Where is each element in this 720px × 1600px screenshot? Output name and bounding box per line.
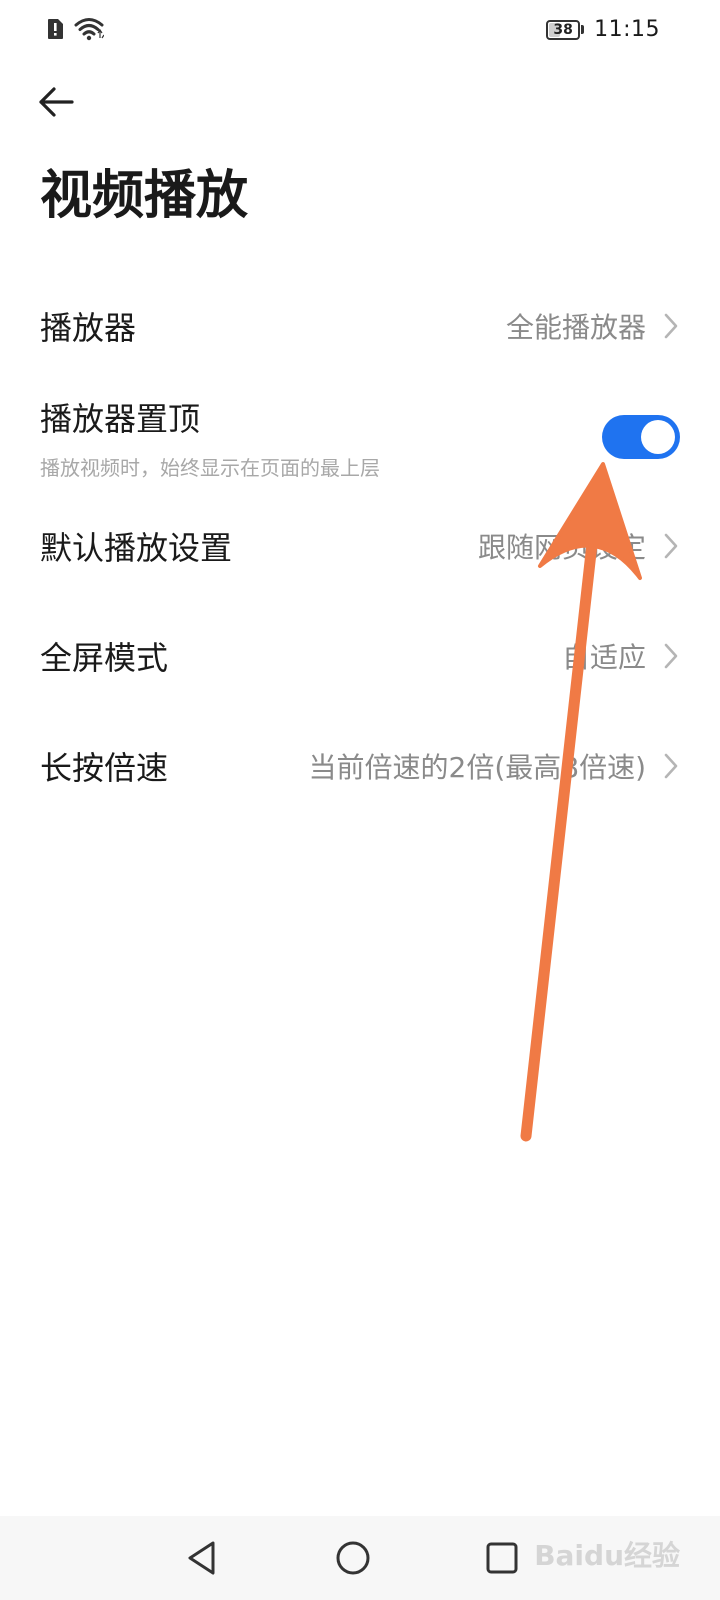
alert-sim-icon bbox=[46, 18, 64, 44]
nav-recents-button[interactable] bbox=[478, 1534, 526, 1582]
nav-back-icon bbox=[188, 1541, 215, 1575]
setting-value: 跟随网页设定 bbox=[477, 531, 646, 564]
chevron-right-icon bbox=[664, 752, 680, 780]
status-bar: 38 11:15 bbox=[0, 0, 720, 62]
setting-textblock: 播放器置顶 播放视频时，始终显示在页面的最上层 bbox=[40, 394, 380, 481]
status-left bbox=[46, 17, 105, 45]
page-title: 视频播放 bbox=[40, 166, 249, 226]
back-button[interactable] bbox=[32, 78, 80, 126]
setting-value: 自适应 bbox=[561, 641, 646, 674]
setting-label: 播放器置顶 bbox=[40, 399, 201, 438]
setting-label: 全屏模式 bbox=[40, 639, 169, 677]
annotation-arrow-icon bbox=[520, 462, 642, 1142]
nav-recents-icon bbox=[486, 1542, 518, 1574]
setting-label: 长按倍速 bbox=[40, 749, 169, 787]
battery-cap bbox=[581, 25, 585, 34]
back-arrow-icon bbox=[39, 87, 74, 117]
chevron-right-icon bbox=[664, 312, 680, 340]
setting-row-player[interactable]: 播放器 全能播放器 bbox=[40, 300, 680, 352]
watermark: Baidu经验 bbox=[534, 1539, 680, 1572]
setting-right: 自适应 bbox=[562, 636, 680, 676]
setting-label: 播放器 bbox=[40, 309, 137, 347]
setting-subtitle: 播放视频时，始终显示在页面的最上层 bbox=[40, 455, 380, 480]
nav-back-button[interactable] bbox=[178, 1534, 226, 1582]
nav-home-icon bbox=[336, 1541, 370, 1575]
chevron-right-icon bbox=[664, 642, 680, 670]
setting-row-long-press-speed[interactable]: 长按倍速 当前倍速的2倍(最高8倍速) bbox=[40, 740, 680, 792]
setting-label: 默认播放设置 bbox=[40, 529, 233, 567]
chevron-right-icon bbox=[664, 532, 680, 560]
status-time: 11:15 bbox=[594, 17, 660, 42]
toggle-knob bbox=[641, 420, 675, 454]
setting-value: 当前倍速的2倍(最高8倍速) bbox=[308, 751, 646, 784]
setting-right: 跟随网页设定 bbox=[478, 526, 680, 566]
status-right: 38 11:15 bbox=[546, 17, 660, 42]
battery-indicator: 38 bbox=[546, 19, 585, 40]
setting-right: 当前倍速的2倍(最高8倍速) bbox=[309, 746, 680, 786]
player-on-top-toggle[interactable] bbox=[602, 415, 680, 459]
nav-home-button[interactable] bbox=[329, 1534, 377, 1582]
system-nav-bar: Baidu经验 bbox=[0, 1516, 720, 1600]
wifi-icon bbox=[74, 17, 105, 45]
setting-row-default-playback[interactable]: 默认播放设置 跟随网页设定 bbox=[40, 520, 680, 572]
setting-value: 全能播放器 bbox=[505, 311, 646, 344]
setting-row-player-on-top: 播放器置顶 播放视频时，始终显示在页面的最上层 bbox=[40, 394, 680, 481]
screen: 38 11:15 视频播放 播放器 全能播放器 播放器置顶 播放视频时，始终显示… bbox=[0, 0, 720, 1600]
setting-row-fullscreen-mode[interactable]: 全屏模式 自适应 bbox=[40, 630, 680, 682]
battery-level: 38 bbox=[553, 21, 573, 38]
battery-icon: 38 bbox=[546, 19, 581, 40]
setting-right: 全能播放器 bbox=[506, 306, 680, 346]
